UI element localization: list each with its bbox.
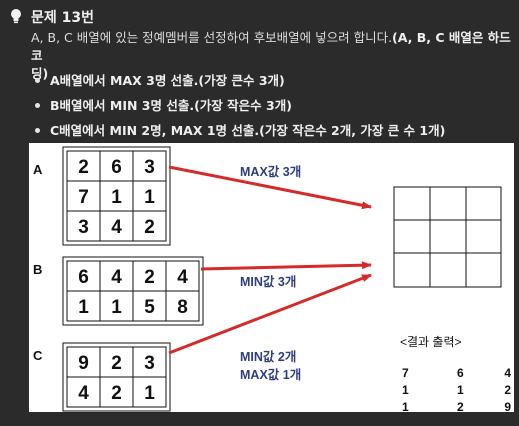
array-cell-value: 4: [111, 217, 122, 238]
result-value: 2: [457, 400, 464, 412]
page-title: 문제 13번: [31, 10, 94, 26]
array-cell-value: 1: [111, 297, 122, 318]
bullet-list: A배열에서 MAX 3명 선출.(가장 큰수 3개) B배열에서 MIN 3명 …: [31, 68, 445, 143]
array-cell-value: 6: [111, 157, 122, 178]
result-value: 7: [402, 366, 409, 380]
arrow-label-c-line2: MAX값 1개: [240, 367, 301, 382]
lightbulb-icon: [11, 9, 21, 24]
array-label-c: C: [33, 348, 43, 363]
bullet-item-a: A배열에서 MAX 3명 선출.(가장 큰수 3개): [31, 68, 445, 93]
result-values: 7 6 4 1 1 2 1 2 9: [402, 366, 511, 412]
array-cell-value: 1: [78, 297, 89, 318]
array-cell-value: 3: [144, 353, 155, 374]
array-cell-value: 1: [144, 383, 155, 404]
arrow-label-c-line1: MIN값 2개: [240, 349, 296, 364]
array-b-grid: 6 4 2 4 1 1 5 8: [62, 256, 204, 326]
arrow-label-b: MIN값 3개: [240, 274, 296, 289]
array-cell-value: 4: [177, 267, 188, 288]
array-cell-value: 4: [111, 267, 122, 288]
array-cell-value: 1: [144, 187, 155, 208]
result-value: 6: [457, 366, 464, 380]
bullet-item-c: C배열에서 MIN 2명, MAX 1명 선출.(가장 작은수 2개, 가장 큰…: [31, 118, 445, 143]
array-cell-value: 2: [111, 383, 122, 404]
arrow-b-to-result: [200, 261, 372, 271]
array-cell-value: 8: [177, 297, 188, 318]
problem-figure: A B C 263711342 64241158 923421 MAX값 3개 …: [29, 143, 514, 412]
array-cell-value: 4: [78, 383, 89, 404]
result-value: 4: [504, 366, 511, 380]
array-cell-value: 6: [78, 267, 89, 288]
array-cell-value: 5: [144, 297, 155, 318]
array-cell-value: 1: [111, 187, 122, 208]
result-value: 2: [504, 383, 511, 397]
result-value: 1: [402, 383, 409, 397]
result-value: 1: [457, 383, 464, 397]
result-value: 9: [504, 400, 511, 412]
array-cell-value: 2: [78, 157, 89, 178]
array-a-grid: 2 6 37 1 13 4 2: [62, 146, 171, 246]
array-cell-value: 3: [144, 157, 155, 178]
array-label-b: B: [33, 262, 42, 277]
array-cell-value: 2: [111, 353, 122, 374]
description-text: A, B, C 배열에 있는 정예멤버를 선정하여 후보배열에 넣으려 합니다.: [31, 30, 393, 45]
array-label-a: A: [33, 162, 43, 177]
bullet-item-b: B배열에서 MIN 3명 선출.(가장 작은수 3개): [31, 93, 445, 118]
array-cell-value: 9: [78, 353, 89, 374]
array-c-grid: 9 2 3 4 2 1: [62, 342, 171, 412]
array-cell-value: 3: [78, 217, 89, 238]
array-cell-value: 2: [144, 267, 155, 288]
arrow-label-a: MAX값 3개: [240, 164, 301, 179]
array-cell-value: 7: [78, 187, 89, 208]
result-value: 1: [402, 400, 409, 412]
result-title: <결과 출력>: [400, 335, 462, 349]
array-cell-value: 2: [144, 217, 155, 238]
candidate-array-grid: [393, 186, 502, 288]
